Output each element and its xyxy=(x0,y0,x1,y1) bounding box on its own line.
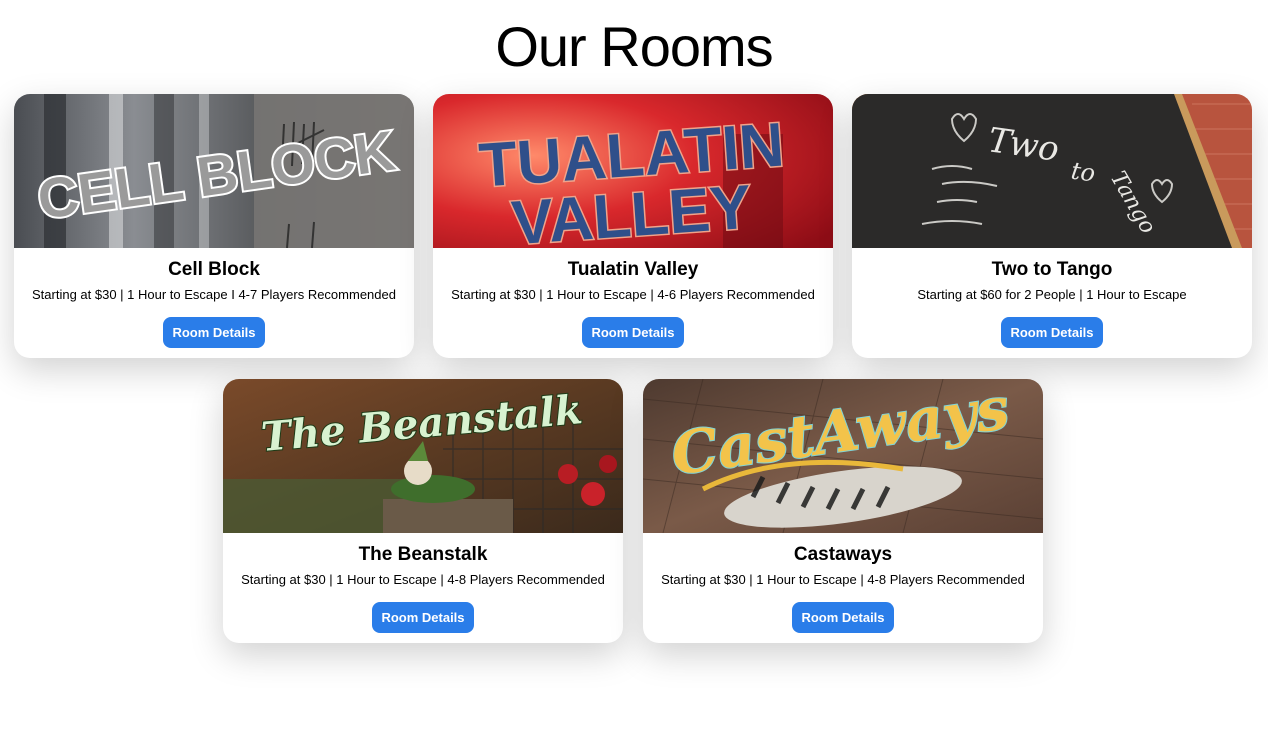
room-image-the-beanstalk[interactable]: The Beanstalk xyxy=(223,379,623,533)
room-description: Starting at $30 | 1 Hour to Escape | 4-8… xyxy=(661,572,1025,587)
room-description: Starting at $30 | 1 Hour to Escape I 4-7… xyxy=(32,287,396,302)
room-image-castaways[interactable]: CastAways xyxy=(643,379,1043,533)
room-title: Two to Tango xyxy=(991,259,1113,280)
room-details-button[interactable]: Room Details xyxy=(163,317,265,348)
room-title: Cell Block xyxy=(168,259,260,280)
room-details-button[interactable]: Room Details xyxy=(582,317,684,348)
room-card-two-to-tango: Two to Tango Two to Tango Starting at $6… xyxy=(852,94,1252,358)
room-title: Tualatin Valley xyxy=(567,259,699,280)
page-title: Our Rooms xyxy=(495,15,773,78)
beanstalk-photo: The Beanstalk xyxy=(223,379,623,533)
cell-block-photo: CELL BLOCK xyxy=(14,94,414,248)
room-details-button[interactable]: Room Details xyxy=(1001,317,1103,348)
room-image-tualatin-valley[interactable]: TUALATIN VALLEY xyxy=(433,94,833,248)
room-card-the-beanstalk: The Beanstalk The Beanstalk Starting at … xyxy=(223,379,623,643)
room-details-button[interactable]: Room Details xyxy=(792,602,894,633)
room-card-tualatin-valley: TUALATIN VALLEY Tualatin Valley Starting… xyxy=(433,94,833,358)
tualatin-valley-photo: TUALATIN VALLEY xyxy=(433,94,833,248)
tango-logo-line2: to xyxy=(1069,157,1097,188)
rooms-page: Our Rooms CELL BLOCK Cell Block Starting… xyxy=(0,0,1268,754)
room-image-cell-block[interactable]: CELL BLOCK xyxy=(14,94,414,248)
castaways-photo: CastAways xyxy=(643,379,1043,533)
room-details-button[interactable]: Room Details xyxy=(372,602,474,633)
room-description: Starting at $30 | 1 Hour to Escape | 4-8… xyxy=(241,572,605,587)
room-title: The Beanstalk xyxy=(358,544,488,565)
room-image-two-to-tango[interactable]: Two to Tango xyxy=(852,94,1252,248)
room-description: Starting at $30 | 1 Hour to Escape | 4-6… xyxy=(451,287,815,302)
room-card-castaways: CastAways Castaways Starting at $30 | 1 … xyxy=(643,379,1043,643)
room-title: Castaways xyxy=(793,544,893,565)
room-card-cell-block: CELL BLOCK Cell Block Starting at $30 | … xyxy=(14,94,414,358)
room-description: Starting at $60 for 2 People | 1 Hour to… xyxy=(917,287,1187,302)
two-to-tango-photo: Two to Tango xyxy=(852,94,1252,248)
